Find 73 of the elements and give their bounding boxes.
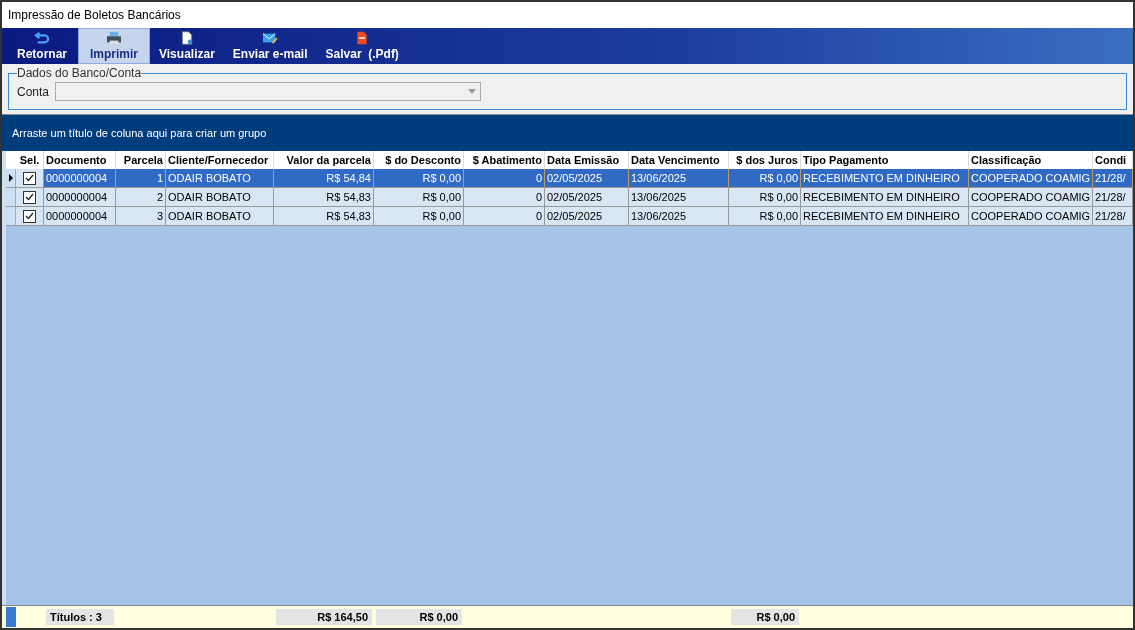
return-arrow-icon [33,31,51,45]
toolbar-button[interactable]: Salvar (.Pdf) [316,28,408,64]
table-cell: 2 [116,188,166,207]
summary-value: R$ 0,00 [731,609,799,625]
column-header[interactable]: Classificação [969,151,1093,169]
column-header[interactable]: Data Vencimento [629,151,729,169]
check-icon [25,193,34,201]
printer-icon [105,31,123,45]
table-cell: 0000000004 [44,207,116,226]
table-cell: 1 [116,169,166,188]
footer-indicator [6,607,16,627]
column-header[interactable]: Documento [44,151,116,169]
checkbox[interactable] [23,171,36,185]
summary-value: Títulos : 3 [46,609,114,625]
table-cell: 02/05/2025 [545,169,629,188]
table-cell: 0000000004 [44,188,116,207]
toolbar-button[interactable]: Imprimir [78,28,150,64]
envelope-icon [261,31,280,45]
caret-icon [468,89,477,94]
column-header[interactable]: Data Emissão [545,151,629,169]
table-cell: 13/06/2025 [629,188,729,207]
summary-value: R$ 0,00 [376,609,462,625]
table-cell: ODAIR BOBATO [166,169,274,188]
row-pointer-icon [8,174,13,182]
toolbar-button[interactable]: Enviar e-mail [223,28,317,64]
column-header[interactable]: Condi [1093,151,1133,169]
table-cell: RECEBIMENTO EM DINHEIRO [801,169,969,188]
check-icon [25,174,34,182]
table-cell: COOPERADO COAMIG [969,169,1093,188]
table-cell: R$ 54,83 [274,188,374,207]
table-cell: R$ 54,84 [274,169,374,188]
table-row[interactable]: 0000000004 2 ODAIR BOBATO R$ 54,83 R$ 0,00 0 02/05/2025 13/06/2025 R$ 0,00 RECEBIMENTO EM DINHEIRO COOPERADO COAMIG 21/28/ [6,188,1133,207]
group-by-panel: Arraste um título de coluna aqui para criar um grupo [2,114,1133,151]
table-cell: ODAIR BOBATO [166,207,274,226]
account-label: Conta [17,84,50,99]
table-cell: R$ 0,00 [374,188,464,207]
pdf-file-icon [355,31,370,45]
table-cell: COOPERADO COAMIG [969,188,1093,207]
table-cell: RECEBIMENTO EM DINHEIRO [801,207,969,226]
table-cell: RECEBIMENTO EM DINHEIRO [801,188,969,207]
table-cell: 21/28/ [1093,207,1133,226]
table-cell: R$ 0,00 [729,207,801,226]
checkbox[interactable] [23,190,36,204]
window-title: Impressão de Boletos Bancários [2,2,1133,28]
table-cell: 0000000004 [44,169,116,188]
table-row[interactable]: 0000000004 3 ODAIR BOBATO R$ 54,83 R$ 0,00 0 02/05/2025 13/06/2025 R$ 0,00 RECEBIMENTO EM DINHEIRO COOPERADO COAMIG 21/28/ [6,207,1133,226]
table-cell: 0 [464,169,545,188]
table-cell: 21/28/ [1093,169,1133,188]
toolbar-button[interactable]: Retornar [6,28,78,64]
table-cell: 0 [464,188,545,207]
table-cell: R$ 54,83 [274,207,374,226]
table-cell: 3 [116,207,166,226]
table-cell: 13/06/2025 [629,207,729,226]
column-header[interactable]: Cliente/Fornecedor [166,151,274,169]
table-row[interactable]: 0000000004 1 ODAIR BOBATO R$ 54,84 R$ 0,00 0 02/05/2025 13/06/2025 R$ 0,00 RECEBIMENTO EM DINHEIRO COOPERADO COAMIG 21/28/ [6,169,1133,188]
check-icon [25,212,34,220]
table-cell: R$ 0,00 [729,188,801,207]
table-cell: R$ 0,00 [729,169,801,188]
summary-value: R$ 164,50 [276,609,372,625]
group-title: Dados do Banco/Conta [17,66,142,80]
table-cell: 02/05/2025 [545,207,629,226]
table-cell: 13/06/2025 [629,169,729,188]
table-cell: 21/28/ [1093,188,1133,207]
table-cell: R$ 0,00 [374,169,464,188]
toolbar-button[interactable]: Visualizar [150,28,224,64]
row-indicator[interactable] [6,169,16,188]
checkbox[interactable] [23,209,36,223]
table-cell: ODAIR BOBATO [166,188,274,207]
table-cell: COOPERADO COAMIG [969,207,1093,226]
table-cell: 02/05/2025 [545,188,629,207]
table-cell: 0 [464,207,545,226]
table-cell: R$ 0,00 [374,207,464,226]
column-header[interactable]: Tipo Pagamento [801,151,969,169]
